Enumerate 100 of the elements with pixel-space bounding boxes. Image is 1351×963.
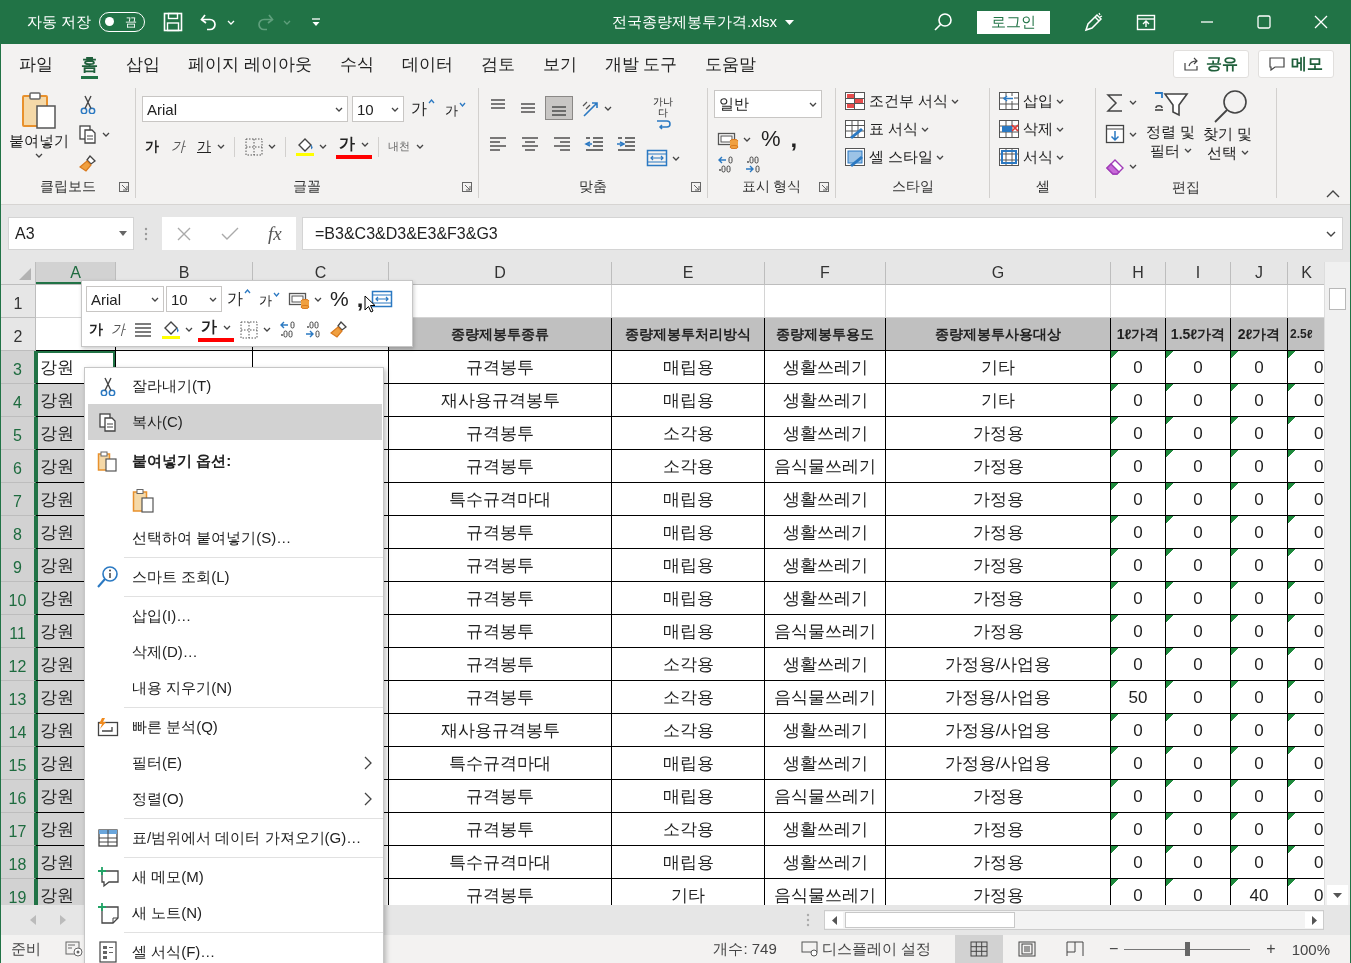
find-select-button[interactable]: 찾기 및 선택 [1201,88,1255,162]
conditional-formatting-button[interactable]: 조건부 서식 [842,90,962,112]
display-settings-button[interactable]: 디스플레이 설정 [800,939,931,959]
ribbon-tab[interactable]: 개발 도구 [590,44,692,84]
row-header[interactable]: 10 [1,582,36,615]
cell-styles-button[interactable]: 셀 스타일 [842,146,962,168]
ribbon-tab[interactable]: 보기 [528,44,591,84]
horizontal-scrollbar[interactable] [824,910,1324,930]
customize-toolbar-icon[interactable] [311,17,322,27]
dialog-launcher-icon[interactable] [462,182,472,192]
comments-button[interactable]: 메모 [1258,50,1334,78]
menu-item[interactable]: 복사(C) [88,404,382,440]
document-title[interactable]: 전국종량제봉투가격.xlsx [612,12,777,32]
row-header[interactable]: 4 [1,384,36,417]
ribbon-tab[interactable]: 도움말 [691,44,771,84]
dialog-launcher-icon[interactable] [691,182,701,192]
row-header[interactable]: 13 [1,681,36,714]
scrollbar-thumb[interactable] [1329,288,1346,310]
font-name-field[interactable]: Arial [86,286,164,312]
scroll-right-button[interactable] [1305,912,1323,928]
decrease-font-size-button[interactable]: 가 [442,98,469,120]
scroll-down-button[interactable] [1327,885,1348,905]
row-header[interactable]: 8 [1,516,36,549]
font-size-field[interactable]: 10 [166,286,222,312]
percent-style-button[interactable]: % [327,287,352,311]
menu-item[interactable]: 셀 서식(F)… [88,934,382,963]
bold-button[interactable]: 가 [86,320,106,339]
underline-button[interactable]: 가 [194,137,228,156]
save-icon[interactable] [163,12,184,32]
increase-font-size-button[interactable]: 가 [224,288,254,310]
insert-function-button[interactable]: fx [267,222,282,245]
ribbon-tab[interactable]: 수식 [325,44,388,84]
row-header[interactable]: 1 [1,285,36,318]
vertical-scrollbar[interactable] [1324,262,1350,905]
percent-style-button[interactable]: % [758,126,784,152]
insert-cells-button[interactable]: 삽입 [996,90,1066,112]
comma-style-button[interactable]: , [353,289,367,309]
wrap-text-button[interactable]: 가나다 [643,94,683,132]
row-header[interactable]: 15 [1,747,36,780]
name-box[interactable]: A3 [8,217,134,250]
paste-button[interactable]: 붙여넣기 [7,88,71,160]
scroll-left-button[interactable] [825,912,843,928]
font-color-button[interactable]: 가 [336,134,372,159]
row-header[interactable]: 14 [1,714,36,747]
row-header[interactable]: 19 [1,879,36,905]
decrease-font-size-button[interactable]: 가 [256,288,283,310]
italic-button[interactable]: 가 [168,137,188,156]
row-header[interactable]: 2 [1,318,36,351]
row-header[interactable]: 9 [1,549,36,582]
dialog-launcher-icon[interactable] [119,182,129,192]
font-name-field[interactable]: Arial [142,96,348,122]
row-header[interactable]: 6 [1,450,36,483]
increase-font-size-button[interactable]: 가 [408,98,438,120]
sign-in-button[interactable]: 로그인 [977,10,1050,34]
ribbon-tab[interactable]: 삽입 [112,44,174,84]
column-header[interactable]: E [612,262,765,284]
column-header[interactable]: J [1231,262,1288,284]
font-size-field[interactable]: 10 [352,96,404,122]
sort-filter-button[interactable]: 정렬 및 필터 [1144,88,1198,160]
column-header[interactable]: G [886,262,1111,284]
zoom-level[interactable]: 100% [1291,940,1330,958]
row-header[interactable]: 18 [1,846,36,879]
font-color-button[interactable]: 가 [198,317,234,342]
delete-cells-button[interactable]: 삭제 [996,118,1066,140]
pen-icon[interactable] [1082,12,1104,32]
row-header[interactable]: 16 [1,780,36,813]
bold-button[interactable]: 가 [142,137,162,156]
close-icon[interactable] [1314,15,1328,29]
column-header[interactable]: H [1111,262,1166,284]
bottom-align-button[interactable] [545,96,573,120]
column-header[interactable]: F [765,262,886,284]
number-format-field[interactable]: 일반 [714,90,822,118]
row-header[interactable]: 11 [1,615,36,648]
format-as-table-button[interactable]: 표 서식 [842,118,962,140]
maximize-icon[interactable] [1257,15,1271,29]
row-header[interactable]: 3 [1,351,36,384]
expand-formula-icon[interactable] [1326,230,1336,237]
scrollbar-thumb[interactable] [845,912,1015,928]
format-cells-button[interactable]: 서식 [996,146,1066,168]
ribbon-tab[interactable]: 페이지 레이아웃 [174,44,326,84]
row-header[interactable]: 5 [1,417,36,450]
menu-item[interactable]: 새 노트(N) [88,895,382,931]
search-icon[interactable] [933,12,953,32]
ribbon-display-icon[interactable] [1136,12,1156,32]
ribbon-tab[interactable]: 파일 [5,44,67,84]
ribbon-tab[interactable]: 검토 [466,44,529,84]
normal-view-button[interactable] [954,935,1003,963]
zoom-in-button[interactable]: + [1266,940,1276,958]
ribbon-tab[interactable]: 데이터 [387,44,467,84]
comma-style-button[interactable]: , [787,129,801,149]
row-header[interactable]: 12 [1,648,36,681]
share-button[interactable]: 공유 [1173,50,1249,78]
ribbon-tab[interactable]: 홈 [67,44,112,84]
column-header[interactable]: I [1166,262,1231,284]
zoom-out-button[interactable]: − [1108,940,1119,958]
row-header[interactable]: 17 [1,813,36,846]
dialog-launcher-icon[interactable] [819,182,829,192]
macro-record-icon[interactable] [65,941,83,957]
collapse-ribbon-icon[interactable] [1326,190,1340,198]
formula-field[interactable]: =B3&C3&D3&E3&F3&G3 [302,217,1343,250]
